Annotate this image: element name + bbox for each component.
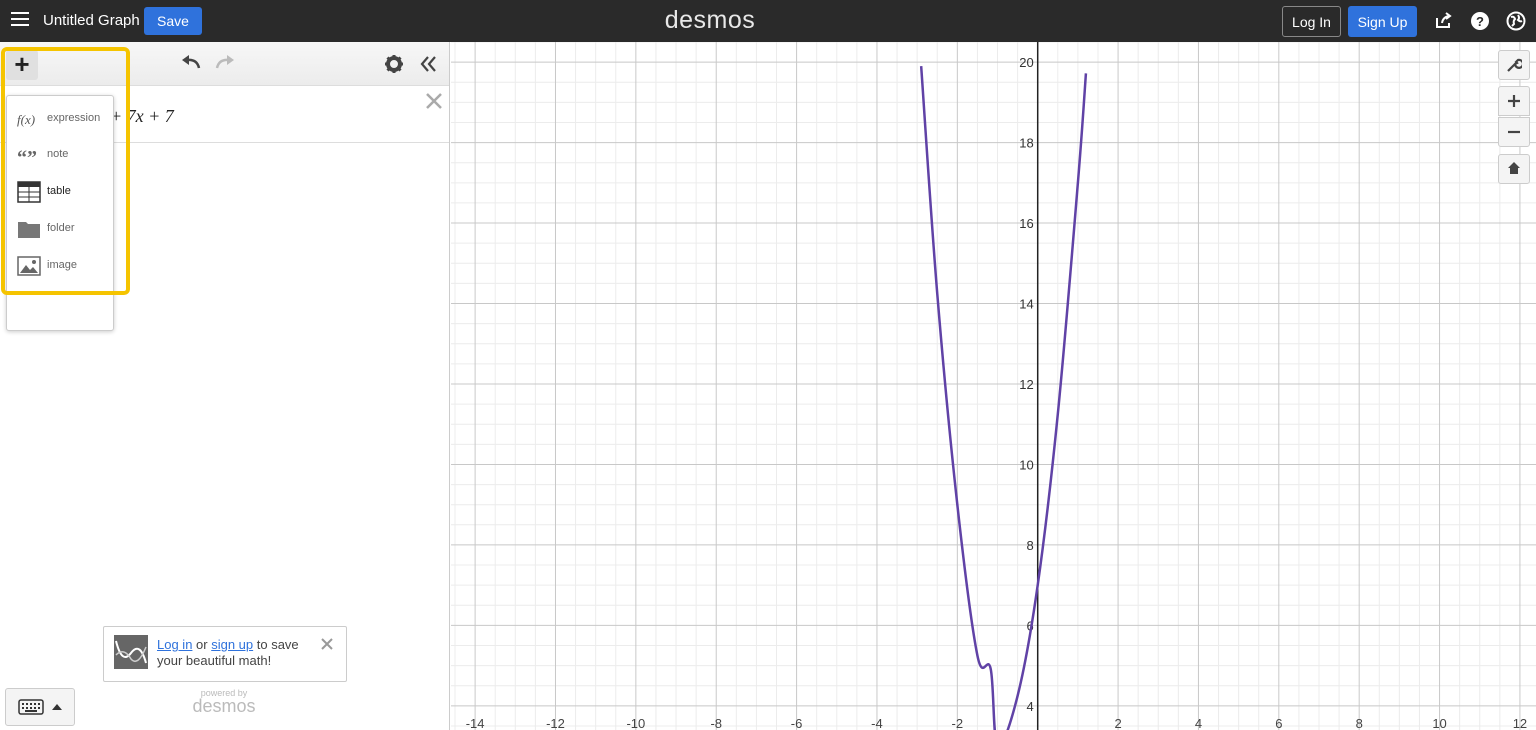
expression-label: expression — [47, 112, 101, 124]
delete-expression-icon[interactable] — [425, 92, 443, 110]
x-tick-label: 6 — [1275, 716, 1282, 730]
signup-button[interactable]: Sign Up — [1348, 6, 1417, 37]
login-button[interactable]: Log In — [1282, 6, 1341, 37]
y-tick-label: 8 — [1026, 538, 1033, 553]
undo-icon[interactable] — [180, 54, 202, 72]
minor-grid — [451, 42, 1536, 730]
promo-text: Log in or sign up to save your beautiful… — [157, 637, 327, 669]
desmos-logo: desmos — [664, 6, 756, 34]
keyboard-toggle-button[interactable] — [5, 688, 75, 726]
svg-text:f(x): f(x) — [17, 112, 35, 127]
home-view-button[interactable] — [1498, 154, 1530, 184]
add-item-dropdown: f(x) expression “” note table folder ima… — [6, 95, 114, 331]
x-tick-label: 12 — [1513, 716, 1527, 730]
note-label: note — [47, 148, 69, 160]
share-icon[interactable] — [1434, 11, 1454, 31]
graph-logo-icon — [114, 635, 148, 669]
home-icon — [1508, 162, 1520, 174]
caret-up-icon — [52, 704, 62, 710]
settings-gear-icon[interactable] — [384, 54, 404, 74]
x-tick-label: -4 — [871, 716, 883, 730]
x-tick-label: 10 — [1432, 716, 1446, 730]
expression-text[interactable]: + 7x + 7 — [110, 106, 174, 127]
powered-by: powered by desmos — [188, 688, 260, 716]
save-promo-box: Log in or sign up to save your beautiful… — [103, 626, 347, 682]
promo-or: or — [192, 637, 212, 652]
x-tick-label: -14 — [466, 716, 485, 730]
svg-text:“”: “” — [17, 147, 37, 166]
top-bar: Untitled Graph Save desmos Log In Sign U… — [0, 0, 1536, 42]
add-expression-item[interactable]: f(x) expression — [7, 104, 115, 134]
expression-panel: + + 7x + 7 f(x) expression “” note table… — [0, 42, 450, 730]
function-icon: f(x) — [17, 112, 35, 127]
x-tick-label: -12 — [546, 716, 565, 730]
x-tick-label: 4 — [1195, 716, 1202, 730]
plus-icon — [1508, 95, 1520, 107]
x-tick-label: -8 — [710, 716, 722, 730]
minus-icon — [1508, 130, 1520, 134]
redo-icon[interactable] — [214, 54, 236, 72]
panel-toolbar: + — [0, 42, 449, 86]
y-tick-label: 14 — [1019, 297, 1033, 312]
y-tick-label: 12 — [1019, 377, 1033, 392]
y-tick-label: 20 — [1019, 55, 1033, 70]
y-tick-label: 10 — [1019, 457, 1033, 472]
image-icon — [17, 256, 41, 276]
powered-by-logo: desmos — [192, 696, 256, 716]
add-item-button[interactable]: + — [6, 50, 38, 80]
add-image-item[interactable]: image — [7, 251, 115, 281]
globe-icon[interactable] — [1506, 11, 1526, 31]
zoom-in-button[interactable] — [1498, 86, 1530, 116]
promo-signup-link[interactable]: sign up — [211, 637, 253, 652]
folder-icon — [18, 222, 40, 238]
x-tick-label: -6 — [791, 716, 803, 730]
y-tick-labels: 468101214161820 — [1019, 55, 1033, 714]
zoom-out-button[interactable] — [1498, 117, 1530, 147]
y-tick-label: 4 — [1026, 699, 1033, 714]
table-icon — [17, 181, 41, 203]
quote-icon: “” — [17, 147, 37, 166]
table-label: table — [47, 185, 71, 197]
x-tick-label: 2 — [1114, 716, 1121, 730]
y-tick-label: 16 — [1019, 216, 1033, 231]
close-promo-icon[interactable] — [320, 637, 334, 651]
add-folder-item[interactable]: folder — [7, 214, 115, 244]
graph-canvas[interactable]: -14 -12 -10 -8 -6 -4 -2 2 4 6 8 10 12 4 6 8 10 12 14 16 18 2… — [451, 42, 1536, 730]
x-tick-label: 8 — [1356, 716, 1363, 730]
major-grid — [451, 42, 1536, 730]
add-note-item[interactable]: “” note — [7, 140, 115, 170]
parabola-curve[interactable] — [919, 66, 1088, 730]
keyboard-icon — [18, 699, 44, 715]
x-tick-labels: -14 -12 -10 -8 -6 -4 -2 2 4 6 8 10 12 — [466, 716, 1527, 730]
x-tick-label: -2 — [952, 716, 964, 730]
promo-login-link[interactable]: Log in — [157, 637, 192, 652]
image-label: image — [47, 259, 77, 271]
add-table-item[interactable]: table — [7, 177, 115, 207]
help-icon[interactable]: ? — [1470, 11, 1490, 31]
y-tick-label: 18 — [1019, 136, 1033, 151]
folder-label: folder — [47, 222, 75, 234]
graph-settings-button[interactable] — [1498, 50, 1530, 80]
x-tick-label: -10 — [626, 716, 645, 730]
wrench-icon — [1507, 58, 1522, 72]
svg-text:?: ? — [1476, 14, 1484, 29]
collapse-panel-icon[interactable] — [418, 54, 438, 74]
